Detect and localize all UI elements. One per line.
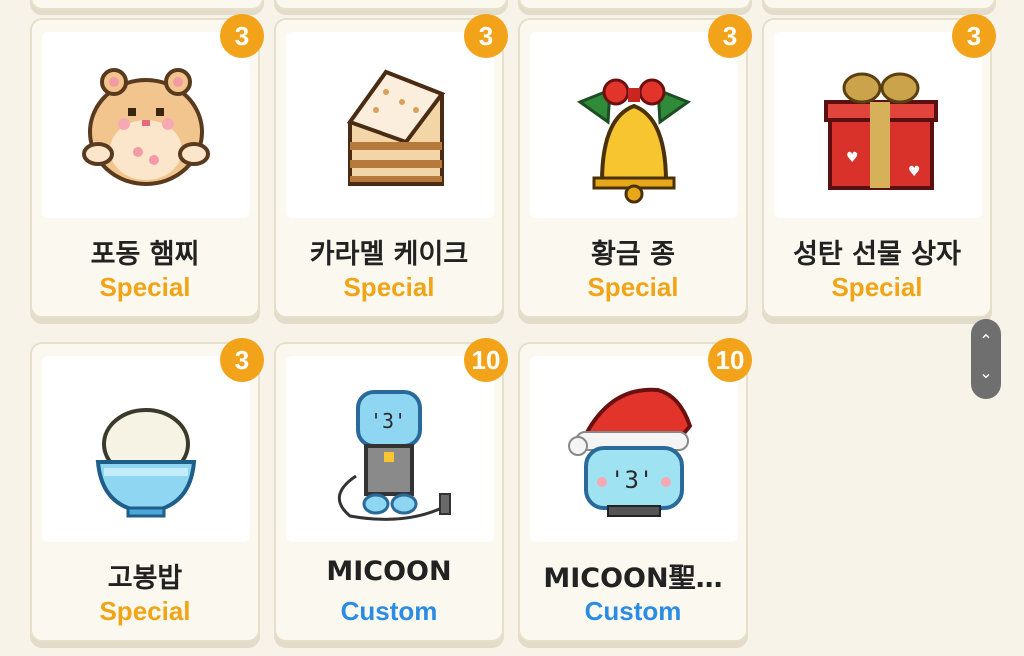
item-card[interactable]: ♥ ♥ 3 성탄 선물 상자 Special xyxy=(762,14,996,318)
item-image xyxy=(42,32,250,218)
item-tag: Custom xyxy=(584,596,682,626)
card-edge xyxy=(30,0,264,10)
rice-bowl-icon xyxy=(95,408,197,518)
card-edge xyxy=(762,0,996,10)
svg-text:♥: ♥ xyxy=(908,164,921,180)
item-card[interactable]: 3 황금 종 Special xyxy=(518,14,752,318)
count-badge: 10 xyxy=(708,338,752,382)
card-edge xyxy=(274,0,508,10)
svg-text:'3': '3' xyxy=(610,466,653,494)
item-name: 고봉밥 xyxy=(107,563,183,594)
hamster-icon xyxy=(82,68,210,186)
item-image xyxy=(42,356,250,542)
item-tag: Special xyxy=(343,272,435,302)
svg-text:'3': '3' xyxy=(370,409,406,433)
count-badge: 3 xyxy=(464,14,508,58)
svg-text:♥: ♥ xyxy=(846,150,859,166)
item-card[interactable]: '3' 10 MICOON Custom xyxy=(274,338,508,642)
item-name: 황금 종 xyxy=(591,239,675,270)
gift-box-icon: ♥ ♥ xyxy=(824,72,938,190)
item-tag: Special xyxy=(587,272,679,302)
micoon-robot-icon: '3' xyxy=(338,390,451,521)
item-name: 포동 햄찌 xyxy=(90,239,200,270)
cake-icon xyxy=(346,69,446,186)
item-image: '3' xyxy=(286,356,494,542)
scroll-control[interactable]: ⌃ ⌄ xyxy=(971,319,1001,399)
item-image xyxy=(530,32,738,218)
micoon-santa-icon: '3' xyxy=(568,387,693,517)
chevron-up-icon[interactable]: ⌃ xyxy=(971,331,1001,350)
item-image: ♥ ♥ xyxy=(774,32,982,218)
item-grid: 3 포동 햄찌 Special 3 카라멜 케이크 Special 3 황금 종… xyxy=(0,0,1024,656)
count-badge: 3 xyxy=(220,338,264,382)
item-card[interactable]: '3' 10 MICOON聖… Custom xyxy=(518,338,752,642)
count-badge: 10 xyxy=(464,338,508,382)
item-tag: Special xyxy=(99,596,191,626)
item-card[interactable]: 3 카라멜 케이크 Special xyxy=(274,14,508,318)
item-card[interactable]: 3 포동 햄찌 Special xyxy=(30,14,264,318)
chevron-down-icon[interactable]: ⌄ xyxy=(971,363,1001,382)
item-name: 성탄 선물 상자 xyxy=(793,239,961,270)
item-name: MICOON xyxy=(326,556,452,587)
item-tag: Custom xyxy=(340,596,438,626)
item-image xyxy=(286,32,494,218)
item-image: '3' xyxy=(530,356,738,542)
card-edge xyxy=(518,0,752,10)
golden-bell-icon xyxy=(576,78,692,204)
item-name: MICOON聖… xyxy=(543,563,723,594)
item-tag: Special xyxy=(99,272,191,302)
item-name: 카라멜 케이크 xyxy=(309,239,469,270)
item-card[interactable]: 3 고봉밥 Special xyxy=(30,338,264,642)
count-badge: 3 xyxy=(952,14,996,58)
count-badge: 3 xyxy=(708,14,752,58)
count-badge: 3 xyxy=(220,14,264,58)
item-tag: Special xyxy=(831,272,923,302)
